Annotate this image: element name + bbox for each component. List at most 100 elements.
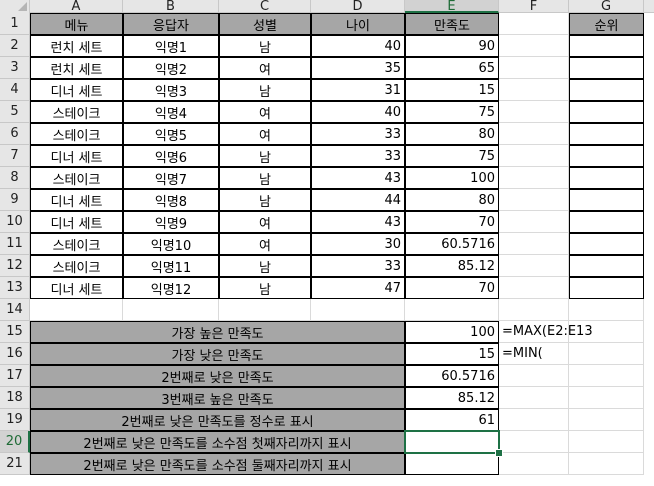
- cell-age[interactable]: 31: [311, 79, 405, 101]
- summary-label[interactable]: 가장 높은 만족도: [30, 321, 405, 343]
- cell-age[interactable]: 33: [311, 123, 405, 145]
- cell-gender[interactable]: 여: [219, 57, 311, 79]
- cell-gender[interactable]: 남: [219, 79, 311, 101]
- table-header-gender[interactable]: 성별: [219, 13, 311, 35]
- fill-handle[interactable]: [495, 449, 503, 457]
- summary-value[interactable]: 61: [405, 409, 499, 431]
- grid-cell[interactable]: [499, 79, 569, 101]
- row-header-21[interactable]: 21: [0, 453, 30, 475]
- cell-menu[interactable]: 스테이크: [30, 233, 123, 255]
- grid-cell[interactable]: [569, 453, 644, 475]
- summary-label[interactable]: 3번째로 높은 만족도: [30, 387, 405, 409]
- cell-menu[interactable]: 디너 세트: [30, 79, 123, 101]
- cell-respondent[interactable]: 익명9: [123, 211, 219, 233]
- cell-age[interactable]: 44: [311, 189, 405, 211]
- cell-gender[interactable]: 남: [219, 145, 311, 167]
- grid-cell[interactable]: [499, 57, 569, 79]
- grid-cell[interactable]: [499, 211, 569, 233]
- grid-cell[interactable]: [499, 299, 569, 321]
- grid-cell[interactable]: [311, 299, 405, 321]
- table-header-respondent[interactable]: 응답자: [123, 13, 219, 35]
- cell-rank[interactable]: [569, 255, 644, 277]
- table-header-rank[interactable]: 순위: [569, 13, 644, 35]
- cell-respondent[interactable]: 익명4: [123, 101, 219, 123]
- cell-satisfaction[interactable]: 60.5716: [405, 233, 499, 255]
- summary-label[interactable]: 2번째로 낮은 만족도를 정수로 표시: [30, 409, 405, 431]
- cell-rank[interactable]: [569, 35, 644, 57]
- cell-satisfaction[interactable]: 75: [405, 145, 499, 167]
- grid-cell[interactable]: [569, 299, 644, 321]
- grid-cell[interactable]: [499, 453, 569, 475]
- cell-respondent[interactable]: 익명5: [123, 123, 219, 145]
- cell-menu[interactable]: 런치 세트: [30, 35, 123, 57]
- cell-respondent[interactable]: 익명2: [123, 57, 219, 79]
- cell-gender[interactable]: 남: [219, 277, 311, 299]
- grid-cell[interactable]: [499, 123, 569, 145]
- cell-satisfaction[interactable]: 100: [405, 167, 499, 189]
- cell-respondent[interactable]: 익명10: [123, 233, 219, 255]
- column-header-g[interactable]: G: [569, 0, 644, 13]
- row-header-7[interactable]: 7: [0, 145, 30, 167]
- grid-cell[interactable]: [123, 299, 219, 321]
- cell-satisfaction[interactable]: 80: [405, 189, 499, 211]
- cell-satisfaction[interactable]: 90: [405, 35, 499, 57]
- grid-cell[interactable]: [499, 255, 569, 277]
- column-header-a[interactable]: A: [30, 0, 123, 13]
- cell-satisfaction[interactable]: 65: [405, 57, 499, 79]
- cell-gender[interactable]: 여: [219, 211, 311, 233]
- column-header-c[interactable]: C: [219, 0, 311, 13]
- cell-respondent[interactable]: 익명6: [123, 145, 219, 167]
- grid-cell[interactable]: [569, 365, 644, 387]
- cell-menu[interactable]: 스테이크: [30, 101, 123, 123]
- cell-rank[interactable]: [569, 233, 644, 255]
- table-header-menu[interactable]: 메뉴: [30, 13, 123, 35]
- summary-value[interactable]: 100: [405, 321, 499, 343]
- cell-gender[interactable]: 남: [219, 35, 311, 57]
- select-all-corner[interactable]: [0, 0, 30, 14]
- grid-cell[interactable]: [569, 409, 644, 431]
- row-header-11[interactable]: 11: [0, 233, 30, 255]
- formula-text[interactable]: =MIN(: [499, 343, 644, 365]
- table-header-age[interactable]: 나이: [311, 13, 405, 35]
- cell-rank[interactable]: [569, 167, 644, 189]
- row-header-15[interactable]: 15: [0, 321, 30, 343]
- row-header-18[interactable]: 18: [0, 387, 30, 409]
- cell-gender[interactable]: 여: [219, 233, 311, 255]
- row-header-20[interactable]: 20: [0, 431, 30, 453]
- grid-cell[interactable]: [499, 409, 569, 431]
- cell-satisfaction[interactable]: 75: [405, 101, 499, 123]
- cell-menu[interactable]: 스테이크: [30, 255, 123, 277]
- grid-cell[interactable]: [499, 145, 569, 167]
- summary-value[interactable]: [405, 453, 499, 475]
- cell-satisfaction[interactable]: 15: [405, 79, 499, 101]
- cell-gender[interactable]: 남: [219, 189, 311, 211]
- grid-cell[interactable]: [499, 167, 569, 189]
- cell-menu[interactable]: 디너 세트: [30, 189, 123, 211]
- row-header-14[interactable]: 14: [0, 299, 30, 321]
- row-header-1[interactable]: 1: [0, 13, 30, 35]
- cell-gender[interactable]: 여: [219, 123, 311, 145]
- grid-cell[interactable]: [569, 387, 644, 409]
- row-header-13[interactable]: 13: [0, 277, 30, 299]
- cell-age[interactable]: 40: [311, 101, 405, 123]
- row-header-10[interactable]: 10: [0, 211, 30, 233]
- cell-respondent[interactable]: 익명11: [123, 255, 219, 277]
- cell-menu[interactable]: 디너 세트: [30, 211, 123, 233]
- cell-rank[interactable]: [569, 277, 644, 299]
- cell-age[interactable]: 40: [311, 35, 405, 57]
- summary-label[interactable]: 가장 낮은 만족도: [30, 343, 405, 365]
- grid-cell[interactable]: [499, 13, 569, 35]
- active-cell-selection[interactable]: [404, 430, 500, 454]
- cell-menu[interactable]: 스테이크: [30, 123, 123, 145]
- cell-menu[interactable]: 디너 세트: [30, 145, 123, 167]
- cell-respondent[interactable]: 익명7: [123, 167, 219, 189]
- grid-cell[interactable]: [499, 35, 569, 57]
- summary-value[interactable]: 60.5716: [405, 365, 499, 387]
- cell-gender[interactable]: 남: [219, 255, 311, 277]
- column-header-extra[interactable]: [644, 0, 654, 13]
- summary-label[interactable]: 2번째로 낮은 만족도를 소수점 첫째자리까지 표시: [30, 431, 405, 453]
- row-header-16[interactable]: 16: [0, 343, 30, 365]
- cell-satisfaction[interactable]: 85.12: [405, 255, 499, 277]
- grid-cell[interactable]: [30, 299, 123, 321]
- cell-rank[interactable]: [569, 101, 644, 123]
